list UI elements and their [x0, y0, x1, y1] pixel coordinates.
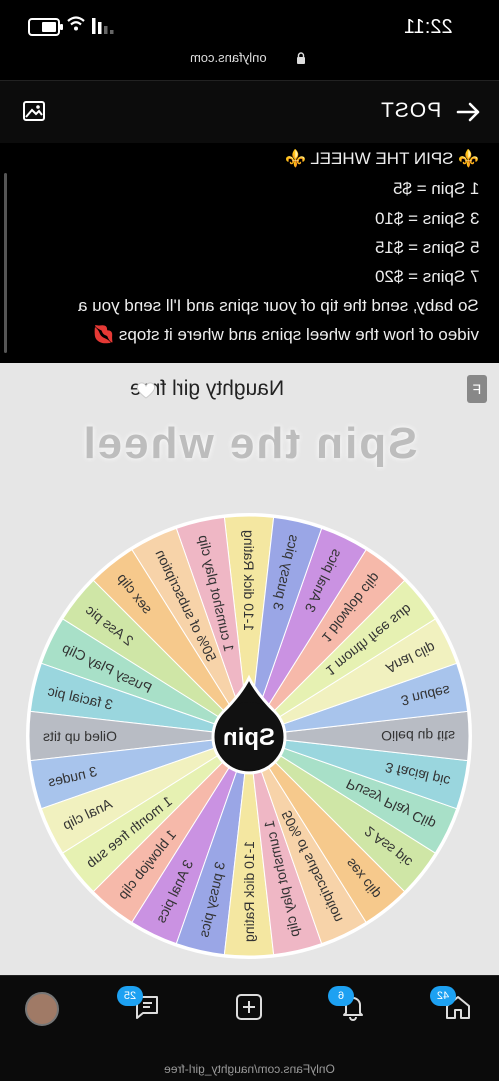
add-post-icon[interactable]: [234, 992, 264, 1022]
status-time: 22:11: [404, 16, 453, 38]
wifi-icon: [67, 16, 85, 31]
browser-url-bar[interactable]: onlyfans.com: [0, 44, 499, 74]
wheel-heading: Spin the wheel: [81, 419, 418, 468]
caption-line: 7 Spins = $20: [374, 267, 479, 286]
back-arrow-icon[interactable]: [455, 99, 481, 125]
status-bar: 22:11: [0, 0, 499, 44]
caption-line: video of how the wheel spins and where i…: [93, 325, 479, 344]
spin-wheel[interactable]: 1-10 dick Rating1 cumshot play clip50% o…: [24, 511, 474, 961]
post-header: POST: [0, 80, 499, 144]
wheel-slice-label: 1-10 dick Rating: [241, 841, 257, 942]
wheel-slice-label: 1-10 dick Rating: [241, 530, 257, 631]
notifications-badge: 6: [328, 986, 354, 1006]
heart-icon: [136, 382, 156, 399]
scrollbar[interactable]: [4, 173, 7, 353]
caption-line: So baby, send the tip of your spins and …: [78, 296, 479, 315]
caption-line: 3 Spins = $10: [374, 209, 479, 228]
avatar[interactable]: [25, 992, 59, 1026]
footer-url: OnlyFans.com/naughty_girl-free: [164, 1062, 335, 1076]
browser-url[interactable]: onlyfans.com: [190, 50, 267, 65]
lock-icon: [297, 52, 305, 64]
post-title: POST: [379, 99, 441, 122]
wheel-slice-label: Oiled up tits: [43, 728, 117, 744]
caption-line: ⚜️ SPIN THE WHEEL ⚜️: [284, 149, 479, 168]
post-image[interactable]: F Naughty girl free Spin the wheel 1-10 …: [0, 363, 499, 975]
messages-badge: 25: [117, 986, 143, 1006]
caption-line: 1 Spin = $5: [392, 179, 480, 198]
home-badge: 42: [430, 986, 456, 1006]
spin-button-label[interactable]: Spin: [223, 724, 275, 751]
signal-icon: [92, 18, 114, 34]
wheel-slice-label: Oiled up tits: [381, 728, 455, 744]
post-caption: ⚜️ SPIN THE WHEEL ⚜️ 1 Spin = $5 3 Spins…: [0, 143, 499, 363]
caption-line: 5 Spins = $15: [374, 238, 479, 257]
watermark-badge: F: [467, 375, 487, 403]
image-icon[interactable]: [22, 99, 46, 123]
battery-icon: [28, 18, 63, 36]
